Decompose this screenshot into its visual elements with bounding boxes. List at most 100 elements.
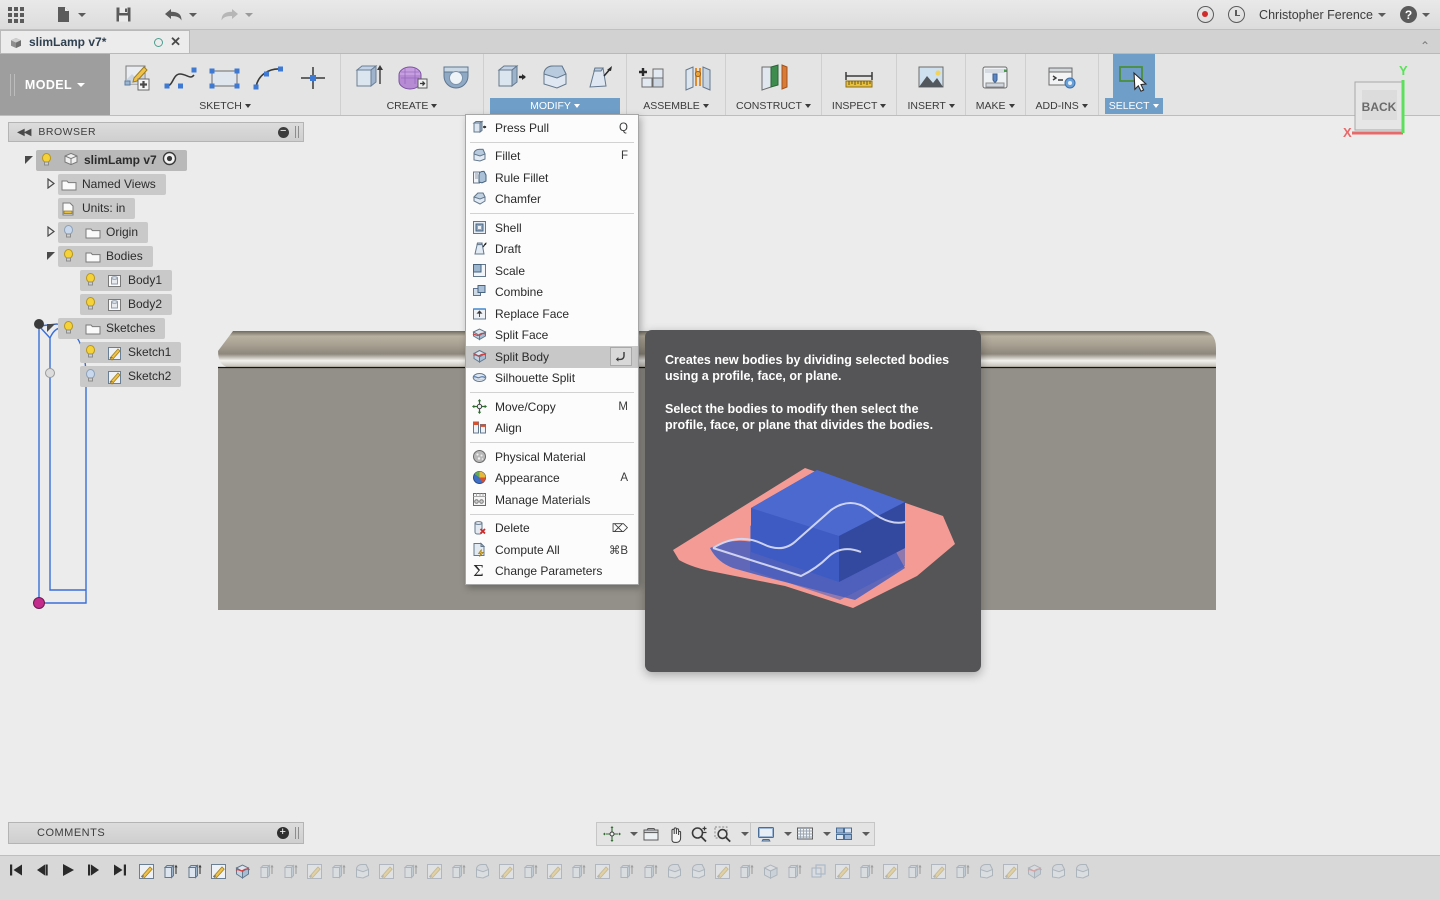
timeline-feature-fillet[interactable] xyxy=(686,858,710,884)
menu-item-appearance[interactable]: Appearance A xyxy=(466,468,638,490)
ribbon-group-label-assemble[interactable]: ASSEMBLE xyxy=(633,98,719,114)
timeline-feature-extrude[interactable] xyxy=(950,858,974,884)
viewports-icon[interactable] xyxy=(833,824,855,844)
ribbon-group-label-inspect[interactable]: INSPECT xyxy=(828,98,891,114)
chevron-down-icon[interactable] xyxy=(784,832,792,836)
timeline-feature-extrude[interactable] xyxy=(854,858,878,884)
menu-item-delete[interactable]: Delete ⌦ xyxy=(466,518,638,540)
grid-snap-icon[interactable] xyxy=(794,824,816,844)
timeline-feature-sketch[interactable] xyxy=(206,858,230,884)
visibility-bulb-icon[interactable] xyxy=(83,344,99,360)
record-icon[interactable] xyxy=(1197,6,1215,23)
orbit-icon[interactable] xyxy=(601,824,623,844)
panel-resize-grip[interactable] xyxy=(295,827,299,839)
timeline-feature-extrude[interactable] xyxy=(638,858,662,884)
measure-icon[interactable] xyxy=(838,58,880,98)
create-sketch-icon[interactable] xyxy=(116,58,158,98)
timeline-feature-extrude[interactable] xyxy=(902,858,926,884)
save-icon[interactable] xyxy=(94,0,141,30)
timeline-feature-fillet[interactable] xyxy=(1070,858,1094,884)
timeline-feature-split-body[interactable] xyxy=(230,858,254,884)
timeline-feature-extrude[interactable] xyxy=(158,858,182,884)
timeline-feature-fillet[interactable] xyxy=(470,858,494,884)
3d-print-icon[interactable] xyxy=(974,58,1016,98)
timeline-feature-fillet[interactable] xyxy=(1046,858,1070,884)
menu-item-silhouette-split[interactable]: Silhouette Split xyxy=(466,368,638,390)
tree-row-named-views[interactable]: Named Views xyxy=(8,172,304,196)
menu-item-rule-fillet[interactable]: Rule Fillet xyxy=(466,167,638,189)
chevron-down-icon[interactable] xyxy=(630,832,638,836)
timeline-feature-combine[interactable] xyxy=(806,858,830,884)
menu-item-change-parameters[interactable]: Σ Change Parameters xyxy=(466,561,638,583)
timeline-feature-sketch[interactable] xyxy=(542,858,566,884)
select-cursor-icon[interactable] xyxy=(1113,58,1155,98)
add-comment-icon[interactable]: + xyxy=(277,827,289,839)
tree-row-sketch2[interactable]: Sketch2 xyxy=(8,364,304,388)
visibility-bulb-icon[interactable] xyxy=(61,248,77,264)
spline-icon[interactable] xyxy=(160,58,202,98)
visibility-bulb-icon[interactable] xyxy=(61,224,77,240)
skip-to-end-icon[interactable] xyxy=(112,862,128,883)
menu-item-fillet[interactable]: Fillet F xyxy=(466,146,638,168)
rectangle-icon[interactable] xyxy=(204,58,246,98)
ribbon-group-label-select[interactable]: SELECT xyxy=(1104,98,1163,114)
visibility-bulb-icon[interactable] xyxy=(61,320,77,336)
timeline-feature-sketch[interactable] xyxy=(134,858,158,884)
timeline-feature-extrude[interactable] xyxy=(614,858,638,884)
workspace-switcher[interactable]: MODEL xyxy=(0,54,110,115)
menu-item-draft[interactable]: Draft xyxy=(466,239,638,261)
zoom-window-icon[interactable] xyxy=(712,824,734,844)
timeline-feature-sketch[interactable] xyxy=(302,858,326,884)
tree-row-body1[interactable]: Body1 xyxy=(8,268,304,292)
new-component-icon[interactable] xyxy=(633,58,675,98)
timeline-feature-fillet[interactable] xyxy=(350,858,374,884)
timeline-feature-sketch[interactable] xyxy=(494,858,518,884)
pan-icon[interactable] xyxy=(664,824,686,844)
collapse-browser-icon[interactable]: ◀◀ xyxy=(17,127,31,138)
offset-plane-icon[interactable] xyxy=(752,58,794,98)
panel-resize-grip[interactable] xyxy=(295,126,299,138)
tree-row-sketch1[interactable]: Sketch1 xyxy=(8,340,304,364)
menu-expand-icon[interactable] xyxy=(610,347,632,367)
extrude-icon[interactable] xyxy=(347,58,389,98)
timeline-feature-extrude[interactable] xyxy=(254,858,278,884)
fillet-icon[interactable] xyxy=(534,58,576,98)
timeline-feature-sketch[interactable] xyxy=(374,858,398,884)
insert-image-icon[interactable] xyxy=(910,58,952,98)
press-pull-icon[interactable] xyxy=(490,58,532,98)
timeline-feature-sketch[interactable] xyxy=(878,858,902,884)
user-menu[interactable]: Christopher Ference xyxy=(1259,8,1386,22)
step-back-icon[interactable] xyxy=(34,862,50,883)
timeline-feature-sketch[interactable] xyxy=(422,858,446,884)
twisty-closed-icon[interactable] xyxy=(44,225,58,239)
timeline-feature-extrude[interactable] xyxy=(326,858,350,884)
timeline-feature-extrude[interactable] xyxy=(734,858,758,884)
tree-row-units[interactable]: Units: in xyxy=(8,196,304,220)
scripts-addins-icon[interactable] xyxy=(1041,58,1083,98)
tree-row-slimlamp[interactable]: slimLamp v7 xyxy=(8,148,304,172)
visibility-bulb-icon[interactable] xyxy=(83,368,99,384)
timeline-feature-extrude[interactable] xyxy=(446,858,470,884)
activate-target-icon[interactable] xyxy=(162,151,177,169)
timeline-feature-extrude[interactable] xyxy=(518,858,542,884)
pan-look-at-icon[interactable] xyxy=(640,824,662,844)
ribbon-group-label-addins[interactable]: ADD-INS xyxy=(1032,98,1092,114)
twisty-open-icon[interactable] xyxy=(22,154,36,167)
step-forward-icon[interactable] xyxy=(86,862,102,883)
menu-item-combine[interactable]: Combine xyxy=(466,282,638,304)
menu-item-replace-face[interactable]: Replace Face xyxy=(466,303,638,325)
app-grid-icon[interactable] xyxy=(0,0,32,30)
ribbon-group-label-create[interactable]: CREATE xyxy=(347,98,477,114)
menu-item-shell[interactable]: Shell xyxy=(466,217,638,239)
joint-icon[interactable] xyxy=(677,58,719,98)
timeline-feature-extrude[interactable] xyxy=(182,858,206,884)
arc-icon[interactable] xyxy=(248,58,290,98)
timeline-feature-extrude[interactable] xyxy=(782,858,806,884)
play-icon[interactable] xyxy=(60,862,76,883)
document-tab[interactable]: slimLamp v7* ✕ xyxy=(0,30,190,53)
undo-icon[interactable] xyxy=(141,0,205,30)
ribbon-group-label-insert[interactable]: INSERT xyxy=(903,98,958,114)
skip-to-start-icon[interactable] xyxy=(8,862,24,883)
menu-item-compute-all[interactable]: Compute All ⌘B xyxy=(466,539,638,561)
twisty-closed-icon[interactable] xyxy=(44,177,58,191)
